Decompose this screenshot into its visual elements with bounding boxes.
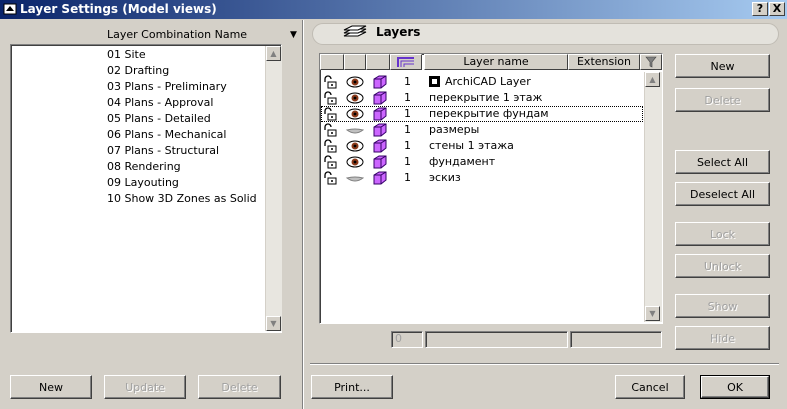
scroll-down-icon[interactable]: ▼ bbox=[266, 316, 281, 331]
show-button[interactable]: Show bbox=[675, 294, 770, 318]
layer-row[interactable]: 1 перекрытие фундам bbox=[321, 106, 643, 122]
unlocked-padlock-icon[interactable] bbox=[322, 123, 342, 137]
extension-column-header[interactable]: Extension bbox=[568, 54, 640, 70]
window-title: Layer Settings (Model views) bbox=[20, 2, 217, 16]
unlocked-padlock-icon[interactable] bbox=[322, 155, 342, 169]
combination-update-button[interactable]: Update bbox=[104, 375, 186, 399]
layer-row[interactable]: 1 перекрытие 1 этаж bbox=[321, 90, 643, 106]
combination-list-item[interactable]: 08 Rendering bbox=[107, 159, 181, 175]
layer-row[interactable]: 1 фундамент bbox=[321, 154, 643, 170]
unlocked-padlock-icon[interactable] bbox=[322, 91, 342, 105]
solid-view-icon[interactable] bbox=[371, 139, 389, 153]
eye-open-icon[interactable] bbox=[345, 75, 365, 89]
layers-scroll-up-icon[interactable]: ▲ bbox=[645, 72, 660, 87]
solid-view-icon[interactable] bbox=[371, 123, 389, 137]
layer-row[interactable]: 1 стены 1 этажа bbox=[321, 138, 643, 154]
unlocked-padlock-icon[interactable] bbox=[322, 75, 342, 89]
visibility-column-header[interactable] bbox=[344, 54, 366, 70]
layers-scrollbar[interactable]: ▲ ▼ bbox=[644, 72, 662, 322]
layer-delete-button[interactable]: Delete bbox=[675, 88, 770, 112]
unlocked-padlock-icon[interactable] bbox=[322, 107, 342, 121]
cancel-button[interactable]: Cancel bbox=[615, 375, 685, 399]
combination-list-item[interactable]: 01 Site bbox=[107, 47, 146, 63]
scroll-up-icon[interactable]: ▲ bbox=[266, 46, 281, 61]
eye-open-icon[interactable] bbox=[345, 91, 365, 105]
solid-view-icon[interactable] bbox=[371, 171, 389, 185]
layer-name-column-header[interactable]: Layer name bbox=[424, 54, 568, 70]
layer-name-field[interactable] bbox=[425, 331, 568, 348]
layer-row[interactable]: 1 ArchiCAD Layer bbox=[321, 74, 643, 90]
combination-list-header: Layer Combination Name bbox=[107, 28, 248, 41]
archicad-layer-icon bbox=[429, 76, 440, 87]
deselect-all-button[interactable]: Deselect All bbox=[675, 182, 770, 206]
eye-open-icon[interactable] bbox=[345, 155, 365, 169]
combination-list-item[interactable]: 03 Plans - Preliminary bbox=[107, 79, 227, 95]
combination-list-item[interactable]: 04 Plans - Approval bbox=[107, 95, 213, 111]
collapse-arrow-icon[interactable]: ▼ bbox=[290, 30, 297, 40]
intersection-number-field[interactable]: 0 bbox=[391, 331, 423, 348]
panel-divider bbox=[302, 20, 304, 409]
eye-open-icon[interactable] bbox=[345, 107, 365, 121]
ok-button[interactable]: OK bbox=[700, 375, 770, 399]
solid-view-icon[interactable] bbox=[371, 155, 389, 169]
layer-new-button[interactable]: New bbox=[675, 54, 770, 78]
layer-name: перекрытие 1 этаж bbox=[429, 91, 543, 104]
lock-column-header[interactable] bbox=[320, 54, 344, 70]
combination-list-item[interactable]: 06 Plans - Mechanical bbox=[107, 127, 226, 143]
layer-intersection-number: 1 bbox=[404, 171, 411, 184]
combination-list-item[interactable]: 09 Layouting bbox=[107, 175, 179, 191]
layers-scroll-down-icon[interactable]: ▼ bbox=[645, 306, 660, 321]
bottom-divider bbox=[310, 363, 779, 365]
unlocked-padlock-icon[interactable] bbox=[322, 139, 342, 153]
eye-open-icon[interactable] bbox=[345, 139, 365, 153]
layers-app-icon bbox=[3, 3, 17, 15]
layer-intersection-number: 1 bbox=[404, 123, 411, 136]
layers-tab-title: Layers bbox=[376, 25, 421, 39]
combination-list-item[interactable]: 10 Show 3D Zones as Solid bbox=[107, 191, 257, 207]
close-button[interactable]: X bbox=[769, 2, 785, 16]
combination-list[interactable]: 01 Site 02 Drafting 03 Plans - Preliminary… bbox=[10, 44, 282, 333]
layer-intersection-number: 1 bbox=[404, 155, 411, 168]
combination-list-item[interactable]: 07 Plans - Structural bbox=[107, 143, 219, 159]
layer-name: ArchiCAD Layer bbox=[445, 75, 531, 88]
combination-list-item[interactable]: 05 Plans - Detailed bbox=[107, 111, 211, 127]
combination-list-scrollbar[interactable]: ▲ ▼ bbox=[265, 46, 282, 331]
solid-view-icon[interactable] bbox=[371, 107, 389, 121]
layer-name: эскиз bbox=[429, 171, 461, 184]
print-button[interactable]: Print... bbox=[311, 375, 393, 399]
filter-icon bbox=[645, 56, 657, 68]
unlock-button[interactable]: Unlock bbox=[675, 254, 770, 278]
combination-delete-button[interactable]: Delete bbox=[198, 375, 281, 399]
solid-view-icon[interactable] bbox=[371, 91, 389, 105]
layer-intersection-number: 1 bbox=[404, 91, 411, 104]
intersection-group-icon bbox=[397, 57, 414, 67]
solid-view-icon[interactable] bbox=[371, 75, 389, 89]
layer-name: размеры bbox=[429, 123, 480, 136]
layer-name: перекрытие фундам bbox=[429, 107, 549, 120]
eye-closed-icon[interactable] bbox=[345, 123, 365, 137]
extension-field[interactable] bbox=[570, 331, 662, 348]
layer-intersection-number: 1 bbox=[404, 75, 411, 88]
lock-button[interactable]: Lock bbox=[675, 222, 770, 246]
layer-name: фундамент bbox=[429, 155, 496, 168]
intersection-group-column-header[interactable] bbox=[390, 54, 422, 70]
filter-column-header[interactable] bbox=[640, 54, 662, 70]
wireframe-column-header[interactable] bbox=[366, 54, 390, 70]
combination-list-item[interactable]: 02 Drafting bbox=[107, 63, 169, 79]
layer-name: стены 1 этажа bbox=[429, 139, 514, 152]
layer-intersection-number: 1 bbox=[404, 139, 411, 152]
select-all-button[interactable]: Select All bbox=[675, 150, 770, 174]
layer-row[interactable]: 1 размеры bbox=[321, 122, 643, 138]
eye-closed-icon[interactable] bbox=[345, 171, 365, 185]
layers-stack-icon bbox=[343, 25, 367, 37]
help-button[interactable]: ? bbox=[752, 2, 768, 16]
combination-new-button[interactable]: New bbox=[10, 375, 92, 399]
layer-row[interactable]: 1 эскиз bbox=[321, 170, 643, 186]
unlocked-padlock-icon[interactable] bbox=[322, 171, 342, 185]
layer-intersection-number: 1 bbox=[404, 107, 411, 120]
hide-button[interactable]: Hide bbox=[675, 326, 770, 350]
